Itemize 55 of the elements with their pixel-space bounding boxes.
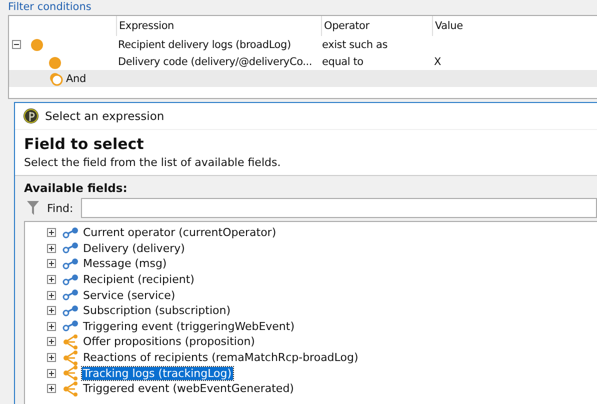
expand-icon[interactable] xyxy=(47,244,56,253)
link-icon xyxy=(62,320,80,332)
logical-operator-icon xyxy=(49,72,63,86)
column-header: Expression xyxy=(116,16,321,36)
dialog-title: Select an expression xyxy=(45,109,164,123)
operator-cell-text: exist such as xyxy=(322,38,389,50)
collection-link-icon xyxy=(62,380,80,397)
field-item[interactable]: Subscription (subscription) xyxy=(82,304,232,318)
field-item[interactable]: Recipient (recipient) xyxy=(82,273,196,286)
field-item[interactable]: Triggered event (webEventGenerated) xyxy=(82,382,295,396)
collection-link-icon xyxy=(62,365,80,382)
expand-icon[interactable] xyxy=(47,306,56,316)
field-item[interactable]: Offer propositions (proposition) xyxy=(82,335,256,348)
expand-icon[interactable] xyxy=(47,259,56,268)
column-header: Operator xyxy=(321,16,432,36)
section-title: Filter conditions xyxy=(8,0,92,14)
column-header: Value xyxy=(432,16,515,36)
field-item[interactable]: Service (service) xyxy=(82,288,176,302)
collection-link-icon xyxy=(62,334,80,350)
field-item[interactable]: Reactions of recipients (remaMatchRcp-broadLog) xyxy=(82,351,360,364)
expand-icon[interactable] xyxy=(47,290,56,300)
condition-dot-icon xyxy=(31,38,43,50)
expand-icon[interactable] xyxy=(47,322,56,331)
dialog-subtitle: Select the field from the list of available fields. xyxy=(24,156,282,169)
operator-cell-text: equal to xyxy=(322,56,364,68)
field-item[interactable]: Delivery (delivery) xyxy=(82,242,186,255)
app-logo-icon xyxy=(23,108,39,124)
expression-cell-text: Recipient delivery logs (broadLog) xyxy=(117,38,292,50)
filter-icon xyxy=(27,201,39,215)
link-icon xyxy=(62,242,80,254)
dialog-heading: Field to select xyxy=(24,134,145,154)
logical-operator-label[interactable]: And xyxy=(66,72,86,84)
expression-cell-text: Delivery code (delivery/@deliveryCo... xyxy=(117,56,314,68)
field-item[interactable]: Triggering event (triggeringWebEvent) xyxy=(82,320,296,333)
expand-icon[interactable] xyxy=(47,337,56,346)
link-icon xyxy=(62,304,80,317)
link-icon xyxy=(62,226,80,239)
value-cell-text: X xyxy=(433,56,442,68)
field-item[interactable]: Tracking logs (trackingLog) xyxy=(82,366,233,380)
find-label: Find: xyxy=(47,202,74,214)
find-field[interactable] xyxy=(81,198,597,218)
expand-icon[interactable] xyxy=(47,384,56,394)
link-icon xyxy=(62,274,80,286)
link-icon xyxy=(62,258,80,270)
collapse-toggle-icon[interactable] xyxy=(12,40,21,49)
expand-icon[interactable] xyxy=(47,228,56,238)
condition-dot-icon xyxy=(49,56,61,68)
expand-icon[interactable] xyxy=(47,275,56,284)
collection-link-icon xyxy=(62,350,80,366)
expand-icon[interactable] xyxy=(47,353,56,362)
field-item[interactable]: Current operator (currentOperator) xyxy=(82,226,278,240)
expand-icon[interactable] xyxy=(47,368,56,378)
field-item[interactable]: Message (msg) xyxy=(82,257,168,270)
fields-label: Available fields: xyxy=(24,181,128,195)
link-icon xyxy=(62,289,80,302)
